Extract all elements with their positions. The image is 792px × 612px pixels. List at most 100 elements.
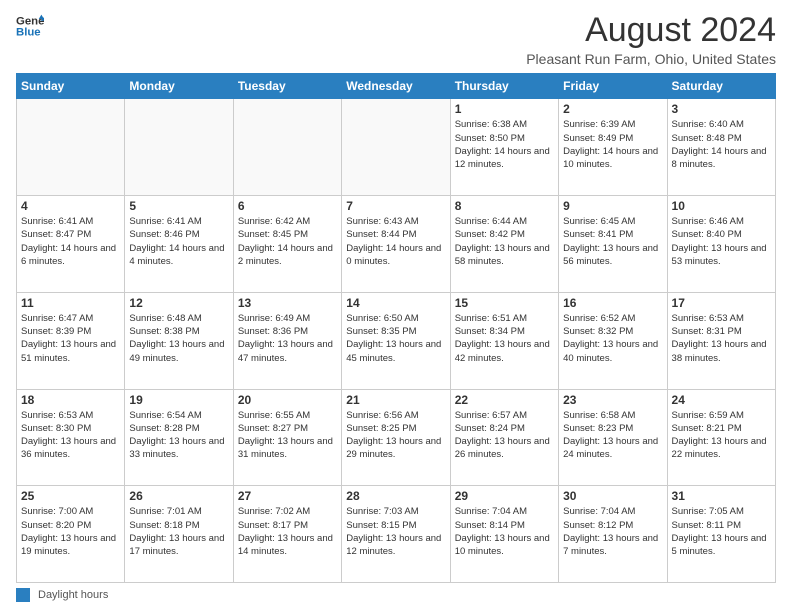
calendar-table: SundayMondayTuesdayWednesdayThursdayFrid… [16, 73, 776, 583]
calendar-cell: 25 Sunrise: 7:00 AMSunset: 8:20 PMDayligh… [17, 486, 125, 583]
calendar-cell: 27 Sunrise: 7:02 AMSunset: 8:17 PMDayligh… [233, 486, 341, 583]
calendar-cell: 29 Sunrise: 7:04 AMSunset: 8:14 PMDayligh… [450, 486, 558, 583]
logo: General Blue [16, 12, 44, 40]
day-info: Sunrise: 6:54 AMSunset: 8:28 PMDaylight:… [129, 409, 228, 462]
day-info: Sunrise: 6:59 AMSunset: 8:21 PMDaylight:… [672, 409, 771, 462]
day-number: 30 [563, 489, 662, 503]
header: General Blue August 2024 Pleasant Run Fa… [16, 12, 776, 67]
day-number: 21 [346, 393, 445, 407]
day-info: Sunrise: 6:38 AMSunset: 8:50 PMDaylight:… [455, 118, 554, 171]
calendar-cell: 28Sunrise: 7:03 AMSunset: 8:15 PMDayligh… [342, 486, 450, 583]
day-number: 25 [21, 489, 120, 503]
day-info: Sunrise: 7:04 AMSunset: 8:14 PMDaylight:… [455, 505, 554, 558]
calendar-cell: 1 Sunrise: 6:38 AMSunset: 8:50 PMDaylight… [450, 99, 558, 196]
calendar-day-header: Sunday [17, 74, 125, 99]
calendar-cell: 5Sunrise: 6:41 AMSunset: 8:46 PMDaylight… [125, 196, 233, 293]
day-number: 22 [455, 393, 554, 407]
day-info: Sunrise: 6:42 AMSunset: 8:45 PMDaylight:… [238, 215, 337, 268]
day-number: 15 [455, 296, 554, 310]
day-info: Sunrise: 6:40 AMSunset: 8:48 PMDaylight:… [672, 118, 771, 171]
day-info: Sunrise: 6:49 AMSunset: 8:36 PMDaylight:… [238, 312, 337, 365]
day-info: Sunrise: 6:44 AMSunset: 8:42 PMDaylight:… [455, 215, 554, 268]
calendar-cell: 13 Sunrise: 6:49 AMSunset: 8:36 PMDayligh… [233, 292, 341, 389]
day-info: Sunrise: 7:02 AMSunset: 8:17 PMDaylight:… [238, 505, 337, 558]
logo-icon: General Blue [16, 12, 44, 40]
calendar-week-row: 18Sunrise: 6:53 AMSunset: 8:30 PMDayligh… [17, 389, 776, 486]
calendar-cell: 7Sunrise: 6:43 AMSunset: 8:44 PMDaylight… [342, 196, 450, 293]
calendar-cell: 10 Sunrise: 6:46 AMSunset: 8:40 PMDayligh… [667, 196, 775, 293]
day-number: 7 [346, 199, 445, 213]
calendar-day-header: Monday [125, 74, 233, 99]
day-number: 23 [563, 393, 662, 407]
day-number: 11 [21, 296, 120, 310]
title-block: August 2024 Pleasant Run Farm, Ohio, Uni… [526, 12, 776, 67]
day-number: 17 [672, 296, 771, 310]
calendar-cell: 24 Sunrise: 6:59 AMSunset: 8:21 PMDayligh… [667, 389, 775, 486]
calendar-cell: 22 Sunrise: 6:57 AMSunset: 8:24 PMDayligh… [450, 389, 558, 486]
calendar-cell: 12 Sunrise: 6:48 AMSunset: 8:38 PMDayligh… [125, 292, 233, 389]
day-number: 19 [129, 393, 228, 407]
day-number: 18 [21, 393, 120, 407]
calendar-cell: 30 Sunrise: 7:04 AMSunset: 8:12 PMDayligh… [559, 486, 667, 583]
calendar-cell: 11Sunrise: 6:47 AMSunset: 8:39 PMDayligh… [17, 292, 125, 389]
day-number: 12 [129, 296, 228, 310]
calendar-cell: 3 Sunrise: 6:40 AMSunset: 8:48 PMDaylight… [667, 99, 775, 196]
day-number: 8 [455, 199, 554, 213]
day-info: Sunrise: 6:58 AMSunset: 8:23 PMDaylight:… [563, 409, 662, 462]
day-number: 26 [129, 489, 228, 503]
day-number: 31 [672, 489, 771, 503]
day-info: Sunrise: 6:46 AMSunset: 8:40 PMDaylight:… [672, 215, 771, 268]
calendar-week-row: 11Sunrise: 6:47 AMSunset: 8:39 PMDayligh… [17, 292, 776, 389]
svg-text:Blue: Blue [16, 27, 41, 39]
day-info: Sunrise: 6:53 AMSunset: 8:31 PMDaylight:… [672, 312, 771, 365]
calendar-cell [125, 99, 233, 196]
day-number: 27 [238, 489, 337, 503]
legend-box [16, 588, 30, 602]
day-info: Sunrise: 7:00 AMSunset: 8:20 PMDaylight:… [21, 505, 120, 558]
calendar-cell [233, 99, 341, 196]
calendar-cell: 6Sunrise: 6:42 AMSunset: 8:45 PMDaylight… [233, 196, 341, 293]
day-info: Sunrise: 6:48 AMSunset: 8:38 PMDaylight:… [129, 312, 228, 365]
calendar-cell: 16Sunrise: 6:52 AMSunset: 8:32 PMDayligh… [559, 292, 667, 389]
day-number: 29 [455, 489, 554, 503]
legend-label: Daylight hours [38, 589, 108, 601]
day-info: Sunrise: 7:05 AMSunset: 8:11 PMDaylight:… [672, 505, 771, 558]
calendar-cell: 17 Sunrise: 6:53 AMSunset: 8:31 PMDayligh… [667, 292, 775, 389]
calendar-header-row: SundayMondayTuesdayWednesdayThursdayFrid… [17, 74, 776, 99]
subtitle: Pleasant Run Farm, Ohio, United States [526, 51, 776, 67]
day-info: Sunrise: 6:45 AMSunset: 8:41 PMDaylight:… [563, 215, 662, 268]
day-info: Sunrise: 6:41 AMSunset: 8:47 PMDaylight:… [21, 215, 120, 268]
svg-text:General: General [16, 15, 44, 27]
day-number: 1 [455, 102, 554, 116]
day-info: Sunrise: 6:55 AMSunset: 8:27 PMDaylight:… [238, 409, 337, 462]
day-info: Sunrise: 6:39 AMSunset: 8:49 PMDaylight:… [563, 118, 662, 171]
calendar-day-header: Saturday [667, 74, 775, 99]
page: General Blue August 2024 Pleasant Run Fa… [0, 0, 792, 612]
calendar-cell: 14 Sunrise: 6:50 AMSunset: 8:35 PMDayligh… [342, 292, 450, 389]
day-info: Sunrise: 6:41 AMSunset: 8:46 PMDaylight:… [129, 215, 228, 268]
calendar-cell: 21 Sunrise: 6:56 AMSunset: 8:25 PMDayligh… [342, 389, 450, 486]
calendar-day-header: Wednesday [342, 74, 450, 99]
calendar-cell [342, 99, 450, 196]
day-info: Sunrise: 6:56 AMSunset: 8:25 PMDaylight:… [346, 409, 445, 462]
day-number: 20 [238, 393, 337, 407]
calendar-cell: 9Sunrise: 6:45 AMSunset: 8:41 PMDaylight… [559, 196, 667, 293]
day-info: Sunrise: 7:04 AMSunset: 8:12 PMDaylight:… [563, 505, 662, 558]
day-number: 13 [238, 296, 337, 310]
day-number: 4 [21, 199, 120, 213]
day-number: 10 [672, 199, 771, 213]
calendar-cell: 19 Sunrise: 6:54 AMSunset: 8:28 PMDayligh… [125, 389, 233, 486]
day-info: Sunrise: 6:51 AMSunset: 8:34 PMDaylight:… [455, 312, 554, 365]
day-info: Sunrise: 6:57 AMSunset: 8:24 PMDaylight:… [455, 409, 554, 462]
day-info: Sunrise: 7:01 AMSunset: 8:18 PMDaylight:… [129, 505, 228, 558]
calendar-day-header: Friday [559, 74, 667, 99]
calendar-cell: 23 Sunrise: 6:58 AMSunset: 8:23 PMDayligh… [559, 389, 667, 486]
calendar-cell: 2Sunrise: 6:39 AMSunset: 8:49 PMDaylight… [559, 99, 667, 196]
day-number: 3 [672, 102, 771, 116]
day-number: 14 [346, 296, 445, 310]
day-number: 24 [672, 393, 771, 407]
calendar-cell: 20 Sunrise: 6:55 AMSunset: 8:27 PMDayligh… [233, 389, 341, 486]
calendar-week-row: 1 Sunrise: 6:38 AMSunset: 8:50 PMDaylight… [17, 99, 776, 196]
day-number: 16 [563, 296, 662, 310]
day-info: Sunrise: 6:50 AMSunset: 8:35 PMDaylight:… [346, 312, 445, 365]
